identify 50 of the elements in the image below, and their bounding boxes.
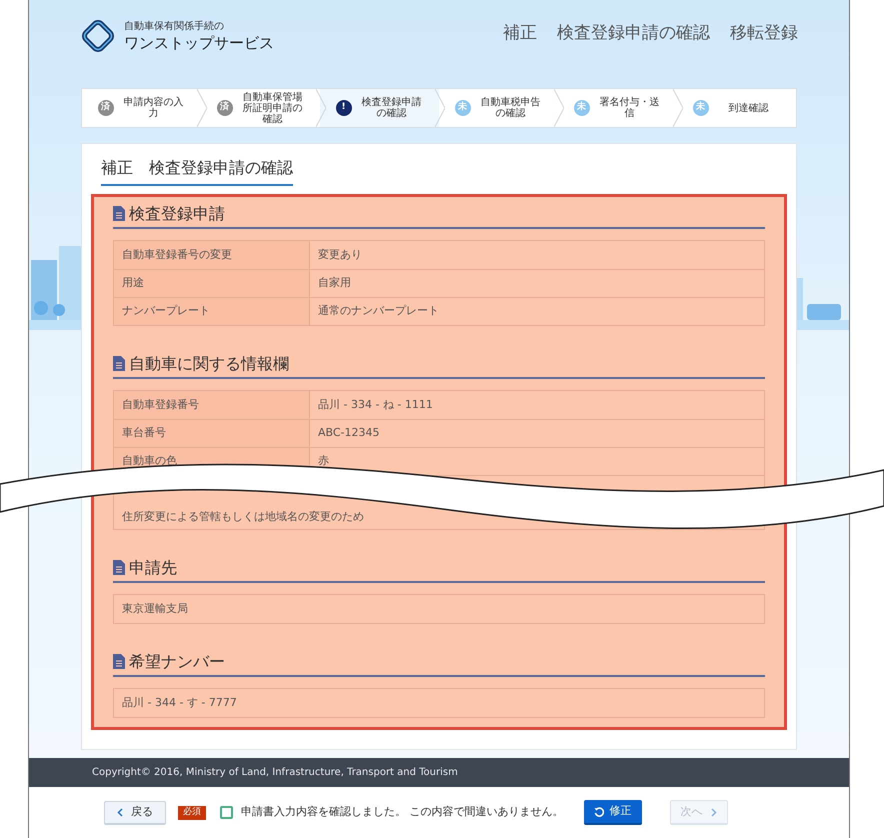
required-badge: 必須 — [178, 806, 206, 820]
table-label-cell: 自動車登録番号 — [114, 391, 310, 419]
table-cell-text: 品川 - 344 - す - 7777 — [121, 694, 238, 711]
page-title: 移転登録 — [730, 22, 798, 45]
rotate-icon — [594, 806, 604, 816]
step-status-icon: 未 — [692, 100, 708, 116]
confirm-label: 申請書入力内容を確認しました。 この内容で間違いありません。 — [241, 804, 564, 820]
table-cell-text: ABC-12345 — [317, 425, 381, 442]
table-cell-text: 変更あり — [317, 246, 363, 263]
confirm-checkbox[interactable] — [220, 806, 233, 819]
section-title: 希望ナンバー — [129, 650, 225, 672]
chevron-right-icon — [710, 808, 716, 816]
step-label: 検査登録申請の確認 — [360, 97, 422, 119]
document-icon — [113, 560, 125, 575]
table-cell: 住所変更による管轄もしくは地域名の変更のため — [122, 510, 364, 524]
card-title: 補正 検査登録申請の確認 — [101, 156, 293, 186]
document-icon — [113, 206, 125, 221]
diamond-logo-icon — [80, 18, 116, 54]
copyright-text: Copyright© 2016, Ministry of Land, Infrastructure, Transport and Tourism — [92, 766, 458, 780]
section-title: 検査登録申請 — [129, 202, 225, 224]
step-status-icon: ! — [336, 100, 352, 116]
step-status-icon: 済 — [216, 100, 232, 116]
table-cell-text: 自家用 — [317, 275, 352, 292]
table-cell-text: 東京運輸支局 — [121, 600, 189, 617]
step-label: 自動車税申告の確認 — [480, 97, 542, 119]
table-cell-text: 品川 - 334 - ね - 1111 — [317, 396, 434, 413]
step-label: 到達確認 — [728, 102, 770, 114]
table-label-cell: 自動車登録番号の変更 — [114, 241, 310, 269]
page-title: 補正 — [503, 22, 537, 45]
document-icon — [113, 654, 125, 669]
table-label-cell: 車台番号 — [114, 420, 310, 447]
back-button[interactable]: 戻る — [104, 800, 166, 824]
logo-subtitle: 自動車保有関係手続の — [124, 20, 225, 34]
document-icon — [113, 356, 125, 371]
step-label: 自動車保管場所証明申請の確認 — [242, 92, 304, 124]
logo-title: ワンストップサービス — [124, 34, 274, 53]
step-label: 署名付与・送信 — [598, 97, 660, 119]
step-status-icon: 未 — [574, 100, 590, 116]
table-label-cell: 用途 — [114, 270, 310, 297]
fix-button[interactable]: 修正 — [584, 800, 642, 825]
step-status-icon: 済 — [98, 100, 114, 116]
table-cell-text: 通常のナンバープレート — [317, 303, 440, 320]
chevron-left-icon — [117, 808, 123, 816]
table-label-cell: ナンバープレート — [114, 298, 310, 325]
page-title: 検査登録申請の確認 — [557, 22, 710, 45]
step-label: 申請内容の入力 — [122, 97, 184, 119]
section-title: 申請先 — [129, 556, 177, 578]
table-cell-text: 赤 — [317, 453, 330, 470]
step-status-icon: 未 — [454, 100, 470, 116]
section-title: 自動車に関する情報欄 — [129, 352, 289, 374]
